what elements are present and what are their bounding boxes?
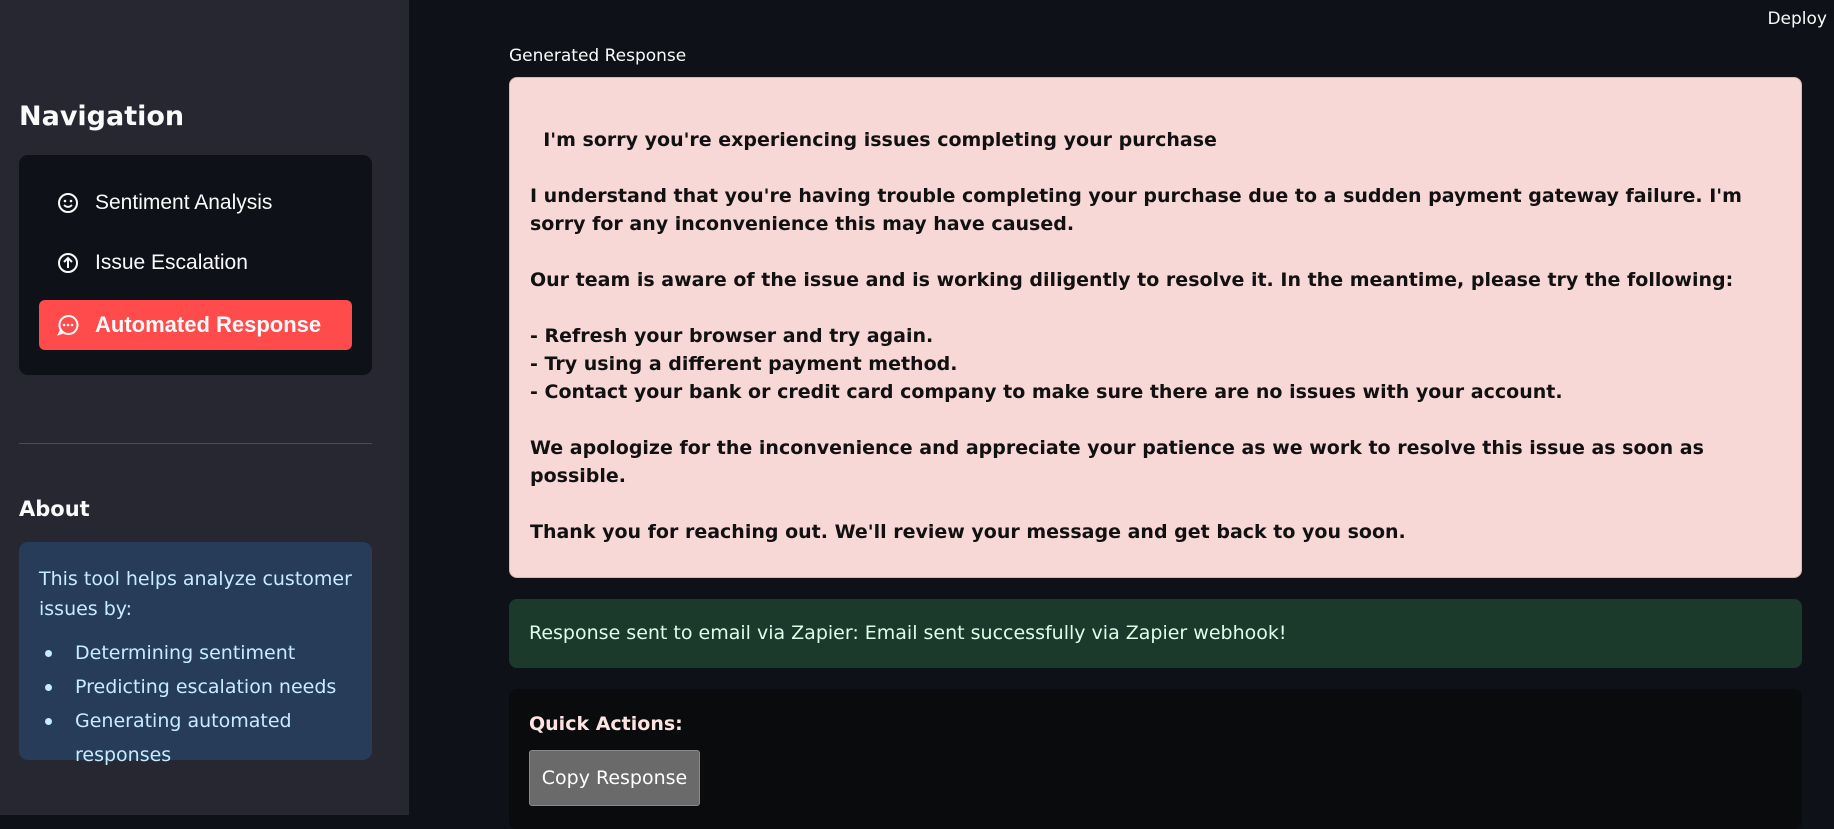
nav-item-label: Automated Response [95,312,322,337]
copy-response-button[interactable]: Copy Response [529,750,700,806]
response-text: I'm sorry you're experiencing issues com… [530,129,1742,543]
arrow-up-circle-icon [57,252,79,274]
success-message: Response sent to email via Zapier: Email… [529,622,1287,644]
nav-item-label: Sentiment Analysis [95,191,273,214]
about-text: This tool helps analyze customer issues … [39,568,352,620]
about-info-box: This tool helps analyze customer issues … [19,542,372,766]
generated-response-label: Generated Response [509,46,687,66]
nav-item-sentiment-analysis[interactable]: Sentiment Analysis [39,178,352,228]
about-title: About [19,497,90,521]
quick-actions-title: Quick Actions: [529,713,683,735]
success-alert: Response sent to email via Zapier: Email… [509,599,1802,668]
nav-item-issue-escalation[interactable]: Issue Escalation [39,238,352,288]
sidebar: Navigation Sentiment Analysis Issue Esca… [0,0,409,815]
resize-grip-icon[interactable] [1789,565,1799,575]
chat-bubble-icon [57,314,79,336]
list-item: Predicting escalation needs [39,670,352,704]
nav-title: Navigation [19,101,185,132]
about-list: Determining sentiment Predicting escalat… [39,636,352,772]
deploy-button[interactable]: Deploy [1767,9,1827,29]
nav-menu: Sentiment Analysis Issue Escalation Auto… [19,155,372,375]
quick-actions-panel: Quick Actions: Copy Response [509,689,1802,829]
smiley-icon [57,192,79,214]
list-item: Determining sentiment [39,636,352,670]
nav-item-automated-response[interactable]: Automated Response [39,300,352,350]
list-item: Generating automated responses [39,704,352,772]
nav-item-label: Issue Escalation [95,251,248,274]
sidebar-divider [19,443,372,444]
generated-response-textarea[interactable]: I'm sorry you're experiencing issues com… [509,77,1802,578]
